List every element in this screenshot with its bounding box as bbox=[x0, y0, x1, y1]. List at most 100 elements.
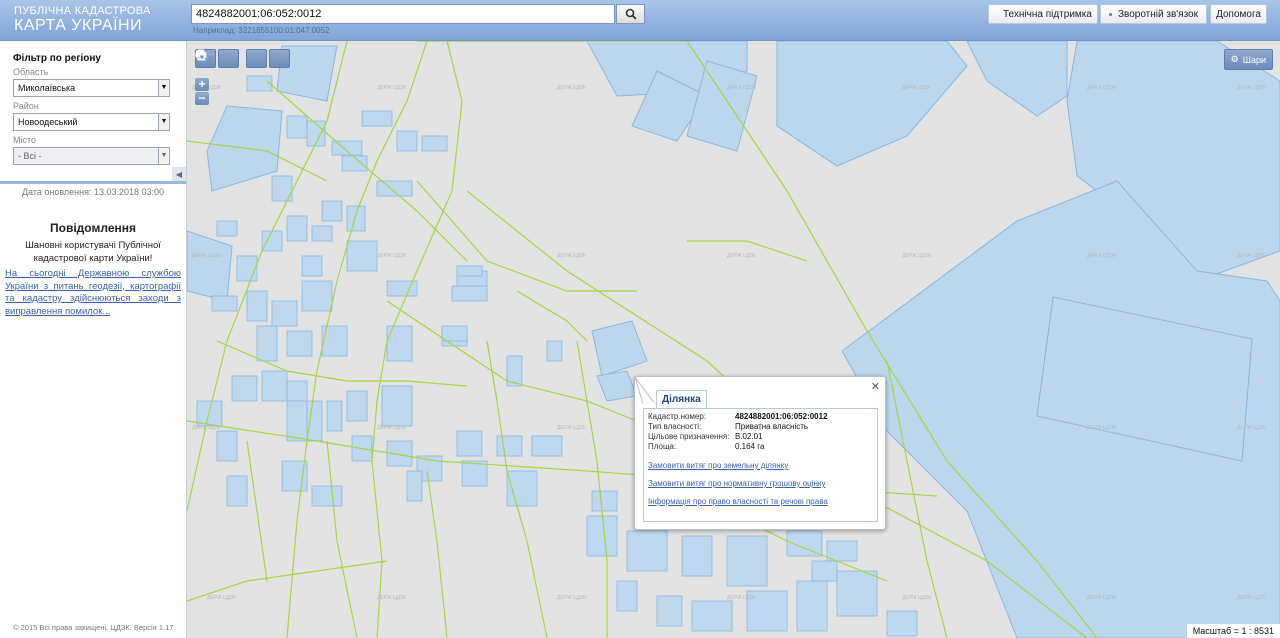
map-parcel bbox=[326, 400, 343, 432]
map-parcel bbox=[381, 385, 413, 427]
notice-text: Шановні користувачі Публічної кадастрово… bbox=[25, 240, 161, 264]
map-parcel bbox=[456, 430, 483, 457]
notice-title: Повідомлення bbox=[50, 221, 136, 235]
order-parcel-extract-link[interactable]: Замовити витяг про земельну ділянку bbox=[648, 461, 873, 470]
copyright: © 2015 Всі права захищені. ЦДЗК. Версія … bbox=[13, 623, 174, 632]
cadastral-map[interactable]: ДЕРЖ ЦДЗК ДЕРЖ ЦДЗК ДЕРЖ ЦДЗК ДЕРЖ ЦДЗК ДЕР… bbox=[187, 41, 1280, 638]
notice-link[interactable]: На сьогодні Державною службою України з … bbox=[5, 268, 181, 318]
info-row: Тип власності: Приватна власність bbox=[648, 422, 873, 432]
map-parcel bbox=[301, 280, 333, 312]
oblast-select[interactable]: Миколаївська ▼ bbox=[13, 79, 170, 97]
svg-text:ДЕРЖ ЦДЗК: ДЕРЖ ЦДЗК bbox=[557, 253, 586, 259]
map-parcel bbox=[796, 580, 828, 632]
misto-value: - Всі - bbox=[18, 151, 42, 161]
svg-text:ДЕРЖ ЦДЗК: ДЕРЖ ЦДЗК bbox=[377, 595, 406, 601]
small-parcels bbox=[196, 75, 918, 637]
map-parcel bbox=[461, 460, 488, 487]
map-parcel bbox=[236, 255, 258, 282]
map-parcel bbox=[346, 390, 368, 422]
map-parcel bbox=[261, 230, 283, 252]
map-canvas[interactable]: ДЕРЖ ЦДЗК ДЕРЖ ЦДЗК ДЕРЖ ЦДЗК ДЕРЖ ЦДЗК ДЕР… bbox=[187, 41, 1280, 638]
chevron-left-icon: ◀ bbox=[175, 169, 183, 179]
raion-select[interactable]: Новоодеський ▼ bbox=[13, 113, 170, 131]
info-value: Приватна власність bbox=[735, 422, 809, 431]
info-key: Тип власності: bbox=[648, 422, 702, 431]
map-parcel bbox=[286, 330, 313, 357]
map-parcel bbox=[726, 535, 768, 587]
map-parcel bbox=[216, 430, 238, 462]
search-hint: Наприклад: 3221855100:01:047:0052 bbox=[193, 26, 330, 35]
map-parcel bbox=[591, 320, 648, 377]
map-parcel bbox=[331, 140, 363, 156]
map-parcel bbox=[681, 535, 713, 577]
svg-text:ДЕРЖ ЦДЗК: ДЕРЖ ЦДЗК bbox=[1237, 595, 1266, 601]
oblast-value: Миколаївська bbox=[18, 83, 76, 93]
map-parcel bbox=[321, 200, 343, 222]
svg-text:ДЕРЖ ЦДЗК: ДЕРЖ ЦДЗК bbox=[557, 595, 586, 601]
site-logo[interactable]: ПУБЛІЧНА КАДАСТРОВА КАРТА УКРАЇНИ bbox=[14, 5, 151, 35]
map-parcel bbox=[361, 110, 393, 127]
collapse-sidebar-button[interactable]: ◀ bbox=[172, 167, 186, 181]
zoom-out-button[interactable]: − bbox=[195, 92, 209, 105]
svg-text:ДЕРЖ ЦДЗК: ДЕРЖ ЦДЗК bbox=[727, 595, 756, 601]
map-parcel bbox=[311, 485, 343, 507]
map-parcel bbox=[886, 610, 918, 637]
chevron-down-icon: ▼ bbox=[158, 114, 169, 130]
print-button[interactable] bbox=[195, 49, 267, 68]
ownership-info-link[interactable]: Інформація про право власності та речові… bbox=[648, 497, 873, 506]
close-icon[interactable]: ✕ bbox=[871, 380, 880, 393]
svg-text:ДЕРЖ ЦДЗК: ДЕРЖ ЦДЗК bbox=[1237, 425, 1266, 431]
map-parcel bbox=[616, 580, 638, 612]
search-bar: Наприклад: 3221855100:01:047:0052 bbox=[191, 4, 645, 35]
map-parcel bbox=[776, 41, 968, 167]
map-parcel bbox=[231, 375, 258, 402]
update-date: Дата оновлення: 13.03.2018 03:00 bbox=[21, 187, 165, 197]
chevron-down-icon: ▼ bbox=[158, 80, 169, 96]
info-key: Цільове призначення: bbox=[648, 432, 730, 441]
feedback-label: Зворотній зв'язок bbox=[1117, 8, 1198, 20]
search-button[interactable] bbox=[616, 4, 645, 24]
map-parcel bbox=[966, 41, 1068, 117]
map-parcel bbox=[286, 400, 308, 442]
gear-icon: ⚙ bbox=[1230, 54, 1239, 64]
misto-select[interactable]: - Всі - ▼ bbox=[13, 147, 170, 165]
identify-button[interactable]: ? bbox=[196, 49, 290, 68]
order-valuation-extract-link[interactable]: Замовити витяг про нормативну грошову оц… bbox=[648, 479, 873, 488]
cadastral-search-input[interactable] bbox=[191, 4, 615, 24]
map-parcel bbox=[341, 155, 368, 172]
parcel-info: Кадастр.номер: 4824882001:06:052:0012 Ти… bbox=[643, 408, 878, 522]
info-value: В.02.01 bbox=[735, 432, 763, 441]
support-button[interactable]: Технічна підтримка bbox=[988, 4, 1098, 24]
svg-text:ДЕРЖ ЦДЗК: ДЕРЖ ЦДЗК bbox=[1237, 85, 1266, 91]
svg-text:ДЕРЖ ЦДЗК: ДЕРЖ ЦДЗК bbox=[727, 253, 756, 259]
layers-button[interactable]: ⚙ Шари bbox=[1223, 49, 1273, 70]
parcel-popup: ✕ Ділянка Кадастр.номер: 4824882001:06:0… bbox=[634, 376, 886, 530]
svg-text:ДЕРЖ ЦДЗК: ДЕРЖ ЦДЗК bbox=[557, 85, 586, 91]
map-parcel bbox=[586, 515, 618, 557]
info-key: Кадастр.номер: bbox=[648, 412, 707, 421]
map-parcel bbox=[301, 255, 323, 277]
svg-text:ДЕРЖ ЦДЗК: ДЕРЖ ЦДЗК bbox=[902, 595, 931, 601]
map-parcel bbox=[421, 135, 448, 152]
map-parcel bbox=[346, 240, 378, 272]
tab-parcel[interactable]: Ділянка bbox=[656, 390, 707, 408]
map-parcel bbox=[441, 325, 468, 342]
map-parcel bbox=[216, 220, 238, 237]
feedback-button[interactable]: Зворотній зв'язок bbox=[1100, 4, 1207, 24]
map-parcel bbox=[451, 285, 488, 302]
map-parcel bbox=[456, 265, 483, 277]
map-parcel bbox=[656, 595, 683, 627]
map-parcel bbox=[286, 215, 308, 242]
svg-text:ДЕРЖ ЦДЗК: ДЕРЖ ЦДЗК bbox=[192, 253, 221, 259]
zoom-controls: + − bbox=[195, 78, 209, 105]
map-parcel bbox=[531, 435, 563, 457]
measure-area-button[interactable] bbox=[197, 49, 239, 68]
map-parcel bbox=[596, 370, 638, 402]
notice-panel: Повідомлення Шановні користувачі Публічн… bbox=[0, 221, 186, 318]
help-button[interactable]: Допомога bbox=[1210, 4, 1267, 24]
sidebar: Фільтр по регіону Область Миколаївська ▼… bbox=[0, 41, 187, 638]
map-parcel bbox=[396, 130, 418, 152]
zoom-in-button[interactable]: + bbox=[195, 78, 209, 91]
svg-text:ДЕРЖ ЦДЗК: ДЕРЖ ЦДЗК bbox=[377, 85, 406, 91]
svg-text:ДЕРЖ ЦДЗК: ДЕРЖ ЦДЗК bbox=[727, 85, 756, 91]
